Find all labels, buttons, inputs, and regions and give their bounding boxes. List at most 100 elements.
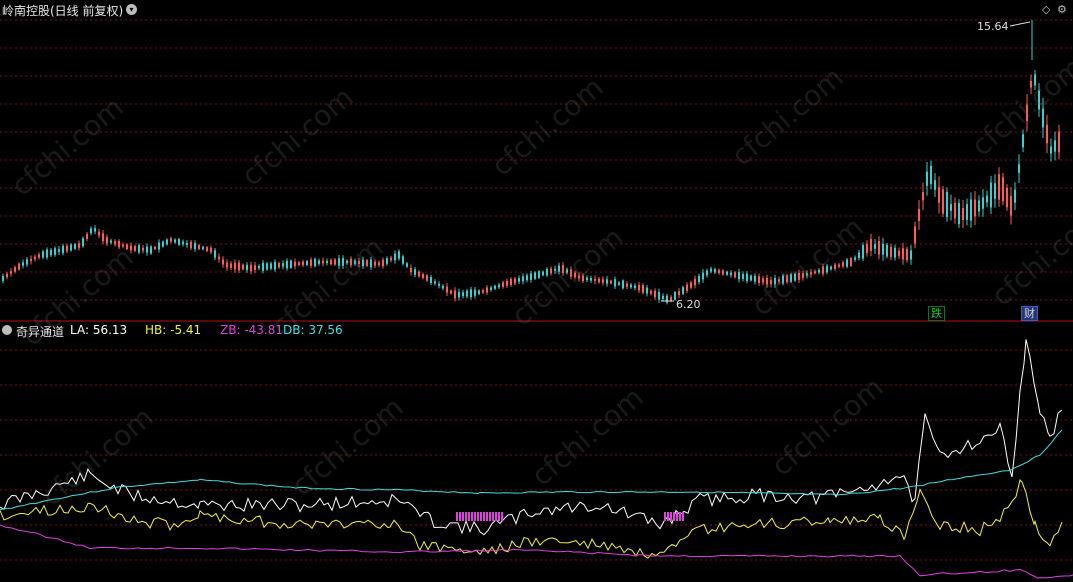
chart-canvas[interactable] [0,0,1073,582]
candle [322,260,324,264]
candle [530,273,532,281]
candle [166,239,168,245]
candle [810,271,812,275]
candle [554,268,556,271]
candle [370,259,372,268]
candle [682,287,684,294]
candle [966,204,968,220]
candle [250,264,252,272]
candle [302,261,304,266]
indicator-la-value: LA: 56.13 [70,323,128,337]
candle [218,256,220,260]
candle [110,240,112,243]
signal-bar [679,512,681,521]
candle [978,200,980,212]
indicator-db-value: DB: 37.56 [283,323,343,337]
candle [238,262,240,271]
signal-bar [667,512,669,521]
candle [650,290,652,294]
candle [598,278,600,283]
candle [142,247,144,251]
candle [710,268,712,272]
candle [126,244,128,250]
candle [154,246,156,250]
candle [726,271,728,275]
candle [1026,104,1028,121]
candle [634,285,636,289]
candle [642,285,644,293]
signal-bar [456,512,458,521]
candle [478,290,480,294]
candle [690,282,692,288]
candle [214,250,216,258]
candle [718,270,720,274]
candle [510,278,512,286]
candle [458,291,460,298]
candle [874,244,876,249]
indicator-menu-icon[interactable] [2,325,12,335]
candle [490,287,492,290]
candle [974,199,976,217]
event-tag-drop[interactable]: 跌 [928,306,945,321]
candle [18,263,20,270]
chart-window[interactable]: 岭南控股(日线 前复权) ▾ ◇ ⚙ 15.64 6.20 跌 财 奇异通道 L… [0,0,1073,582]
candle [442,285,444,289]
candle [542,271,544,276]
candle [1038,90,1040,110]
candle [746,273,748,281]
candle [538,271,540,278]
candle [806,273,808,276]
candle [1030,81,1032,88]
candle [338,258,340,266]
gear-icon[interactable]: ⚙ [1057,3,1067,16]
candle [190,241,192,249]
signal-bar [489,512,491,521]
candle [158,242,160,250]
diamond-icon[interactable]: ◇ [1042,3,1050,16]
candle [766,277,768,285]
candle [210,247,212,253]
signal-bar [480,512,482,521]
candle [982,197,984,209]
candle [658,291,660,300]
candle [534,272,536,279]
candle [78,243,80,248]
candle [334,259,336,265]
candle [678,291,680,296]
candle [858,252,860,258]
candle [738,272,740,280]
candle [742,273,744,279]
candle [26,259,28,265]
candle [762,278,764,283]
candle [350,258,352,266]
candle [310,259,312,266]
candle [914,226,916,244]
la-line [0,339,1063,536]
candle [318,260,320,264]
candle [406,263,408,267]
event-tag-finance[interactable]: 财 [1021,306,1038,321]
candle [206,247,208,251]
candle [938,187,940,203]
candle [986,195,988,203]
candle [2,276,4,281]
candle [346,260,348,264]
candle [354,260,356,265]
candle [558,265,560,272]
candle [62,245,64,254]
candle [286,260,288,269]
candle [22,262,24,266]
candle [670,296,672,301]
candle [410,267,412,273]
candle [178,239,180,245]
candle [482,290,484,293]
candle [186,242,188,246]
candle [866,243,868,253]
candle [578,275,580,279]
chevron-down-icon[interactable]: ▾ [126,4,137,15]
candle [306,261,308,266]
candle [894,247,896,258]
candle [1014,189,1016,203]
candle [886,244,888,257]
candle [774,278,776,285]
